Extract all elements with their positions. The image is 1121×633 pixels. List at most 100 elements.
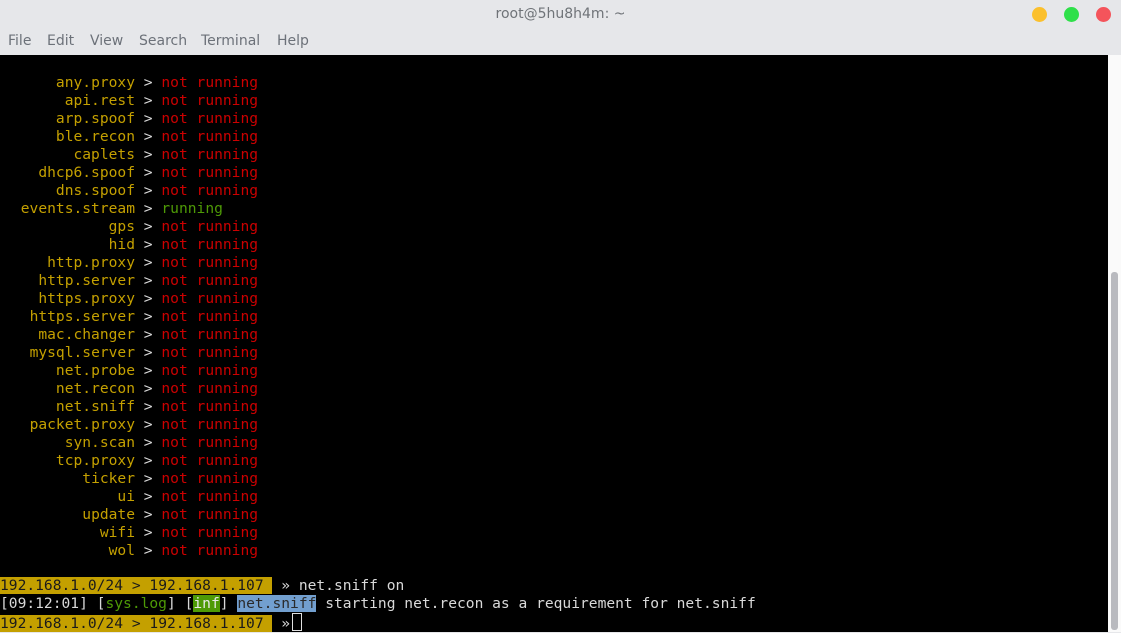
close-button[interactable] (1096, 7, 1111, 22)
menu-view[interactable]: View (90, 33, 123, 49)
module-status: not running (161, 326, 259, 343)
log-tag: sys.log (105, 595, 167, 612)
module-name: packet.proxy (29, 416, 135, 433)
menu-help[interactable]: Help (277, 33, 309, 49)
separator: > (143, 362, 153, 379)
module-status: not running (161, 128, 259, 145)
module-name: mysql.server (29, 344, 135, 361)
module-status: not running (161, 92, 259, 109)
separator: > (143, 182, 153, 199)
module-name: http.proxy (47, 254, 135, 271)
module-name: any.proxy (55, 74, 135, 91)
module-status: not running (161, 290, 259, 307)
module-name: ticker (82, 470, 135, 487)
module-row: net.sniff > not running (0, 398, 258, 416)
menu-search[interactable]: Search (139, 33, 187, 49)
module-name: net.recon (55, 380, 135, 397)
separator: > (143, 164, 153, 181)
module-status: not running (161, 488, 259, 505)
module-name: https.server (29, 308, 135, 325)
module-row: dhcp6.spoof > not running (0, 164, 258, 182)
prompt-host: 192.168.1.107 (149, 615, 264, 632)
separator: > (143, 110, 153, 127)
module-row: api.rest > not running (0, 92, 258, 110)
separator: > (143, 506, 153, 523)
menu-file[interactable]: File (8, 33, 31, 49)
prompt-host: 192.168.1.107 (149, 577, 264, 594)
module-row: ui > not running (0, 488, 258, 506)
separator: > (143, 344, 153, 361)
module-row: https.proxy > not running (0, 290, 258, 308)
module-name: gps (108, 218, 135, 235)
module-row: events.stream > running (0, 200, 223, 218)
prompt-chevron: » (281, 615, 291, 632)
module-row: packet.proxy > not running (0, 416, 258, 434)
separator: > (143, 380, 153, 397)
module-status: not running (161, 344, 259, 361)
module-name: events.stream (20, 200, 135, 217)
module-name: arp.spoof (55, 110, 135, 127)
module-row: net.probe > not running (0, 362, 258, 380)
separator: > (143, 470, 153, 487)
module-status: not running (161, 164, 259, 181)
module-status: running (161, 200, 223, 217)
module-row: http.proxy > not running (0, 254, 258, 272)
terminal-output[interactable]: any.proxy > not running api.rest > not ru… (0, 55, 1108, 632)
module-row: tcp.proxy > not running (0, 452, 258, 470)
scrollbar[interactable] (1108, 55, 1121, 632)
module-name: http.server (38, 272, 135, 289)
module-status: not running (161, 146, 259, 163)
module-name: caplets (73, 146, 135, 163)
prompt: 192.168.1.0/24 > 192.168.1.107 (0, 577, 273, 594)
module-name: dhcp6.spoof (38, 164, 135, 181)
module-name: https.proxy (38, 290, 135, 307)
module-status: not running (161, 524, 259, 541)
module-status: not running (161, 416, 259, 433)
prompt-subnet: 192.168.1.0/24 (0, 577, 124, 594)
module-status: not running (161, 218, 259, 235)
menu-terminal[interactable]: Terminal (201, 33, 260, 49)
prompt-arrow: > (131, 577, 141, 594)
minimize-button[interactable] (1032, 7, 1047, 22)
separator: > (143, 92, 153, 109)
command-text: net.sniff on (298, 577, 405, 594)
scrollbar-thumb[interactable] (1111, 272, 1118, 630)
module-status: not running (161, 308, 259, 325)
separator: > (143, 254, 153, 271)
module-status: not running (161, 452, 259, 469)
module-row: update > not running (0, 506, 258, 524)
module-status: not running (161, 542, 259, 559)
separator: > (143, 272, 153, 289)
module-name: ble.recon (55, 128, 135, 145)
module-row: ticker > not running (0, 470, 258, 488)
module-status: not running (161, 110, 259, 127)
log-message: starting net.recon as a requirement for … (325, 595, 756, 612)
bracket: ] (219, 595, 229, 612)
module-name: dns.spoof (55, 182, 135, 199)
module-row: hid > not running (0, 236, 258, 254)
prompt-chevron: » (281, 577, 291, 594)
separator: > (143, 236, 153, 253)
window-title: root@5hu8h4m: ~ (495, 6, 626, 22)
module-name: api.rest (64, 92, 135, 109)
prompt-subnet: 192.168.1.0/24 (0, 615, 124, 632)
module-status: not running (161, 182, 259, 199)
separator: > (143, 128, 153, 145)
separator: > (143, 524, 153, 541)
log-level: inf (193, 595, 220, 612)
module-row: mysql.server > not running (0, 344, 258, 362)
prompt-line-2: 192.168.1.0/24 > 192.168.1.107 » (0, 613, 303, 632)
module-status: not running (161, 398, 259, 415)
separator: > (143, 308, 153, 325)
menu-edit[interactable]: Edit (47, 33, 74, 49)
module-row: gps > not running (0, 218, 258, 236)
maximize-button[interactable] (1064, 7, 1079, 22)
prompt-arrow: > (131, 615, 141, 632)
separator: > (143, 398, 153, 415)
module-status: not running (161, 74, 259, 91)
module-status: not running (161, 272, 259, 289)
module-name: tcp.proxy (55, 452, 135, 469)
module-row: syn.scan > not running (0, 434, 258, 452)
module-name: hid (108, 236, 135, 253)
separator: > (143, 416, 153, 433)
